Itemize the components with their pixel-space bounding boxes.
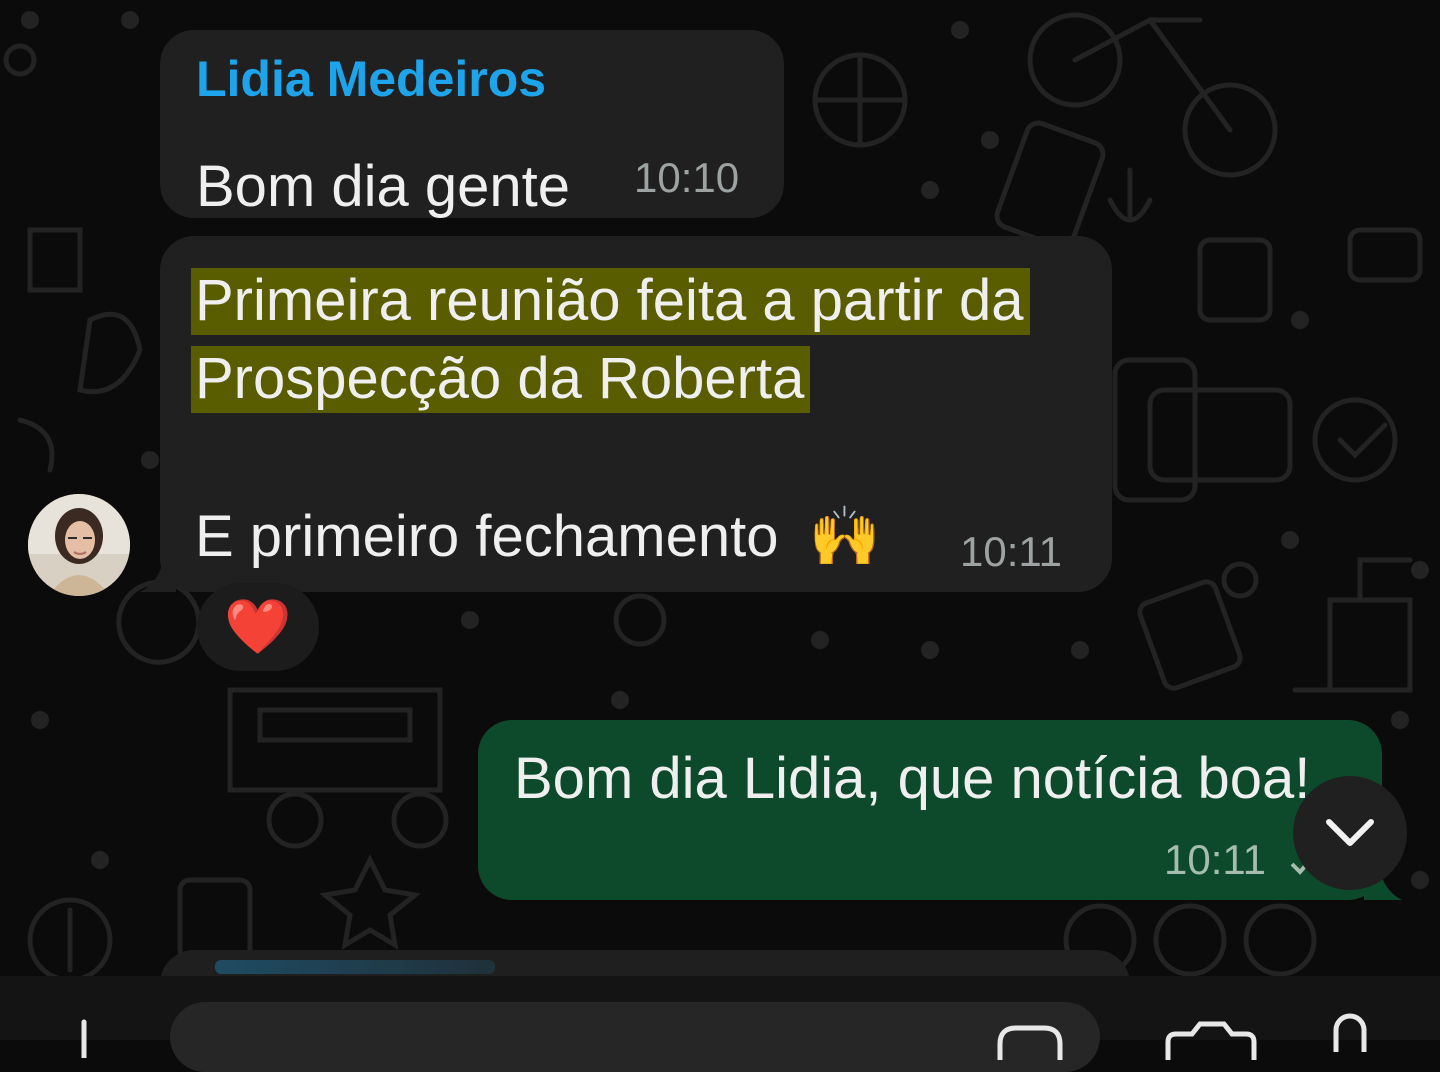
- plus-icon[interactable]: [64, 1018, 104, 1058]
- scroll-to-bottom-button[interactable]: [1293, 776, 1407, 890]
- message-bubble-outgoing[interactable]: Bom dia Lidia, que notícia boa! 10:11: [478, 720, 1382, 900]
- message-time: 10:11: [1164, 836, 1266, 883]
- raising-hands-emoji: 🙌: [808, 504, 881, 569]
- message-text: Bom dia gente: [196, 154, 571, 219]
- message-text-highlighted-line: Primeira reunião feita a partir da: [191, 262, 1030, 340]
- message-text: E primeiro fechamento 🙌: [195, 498, 881, 576]
- message-time: 10:11: [960, 528, 1062, 575]
- search-highlight: Primeira reunião feita a partir da: [191, 268, 1030, 335]
- message-time: 10:10: [634, 154, 740, 201]
- message-bubble-incoming[interactable]: Lidia Medeiros Bom dia gente 10:10: [160, 30, 784, 219]
- bubble-tail: [140, 556, 176, 592]
- message-text: Bom dia Lidia, que notícia boa!: [514, 746, 1311, 811]
- microphone-icon[interactable]: [1330, 1012, 1370, 1052]
- message-text-highlighted-line: Prospecção da Roberta: [191, 340, 811, 418]
- camera-icon[interactable]: [1162, 1020, 1262, 1060]
- message-input[interactable]: [170, 1002, 1100, 1072]
- sender-name-partial: [215, 960, 495, 974]
- sender-name[interactable]: Lidia Medeiros: [196, 50, 546, 108]
- avatar-photo: [28, 494, 130, 596]
- avatar[interactable]: [28, 494, 130, 596]
- reaction-badge[interactable]: ❤️: [197, 583, 319, 671]
- heart-icon: ❤️: [224, 597, 292, 657]
- message-bubble-incoming[interactable]: Primeira reunião feita a partir da Prosp…: [160, 236, 1112, 592]
- search-highlight: Prospecção da Roberta: [191, 346, 811, 413]
- chevron-down-icon: [1326, 819, 1374, 846]
- sticker-icon[interactable]: [994, 1020, 1074, 1060]
- message-text-line: E primeiro fechamento: [195, 504, 779, 569]
